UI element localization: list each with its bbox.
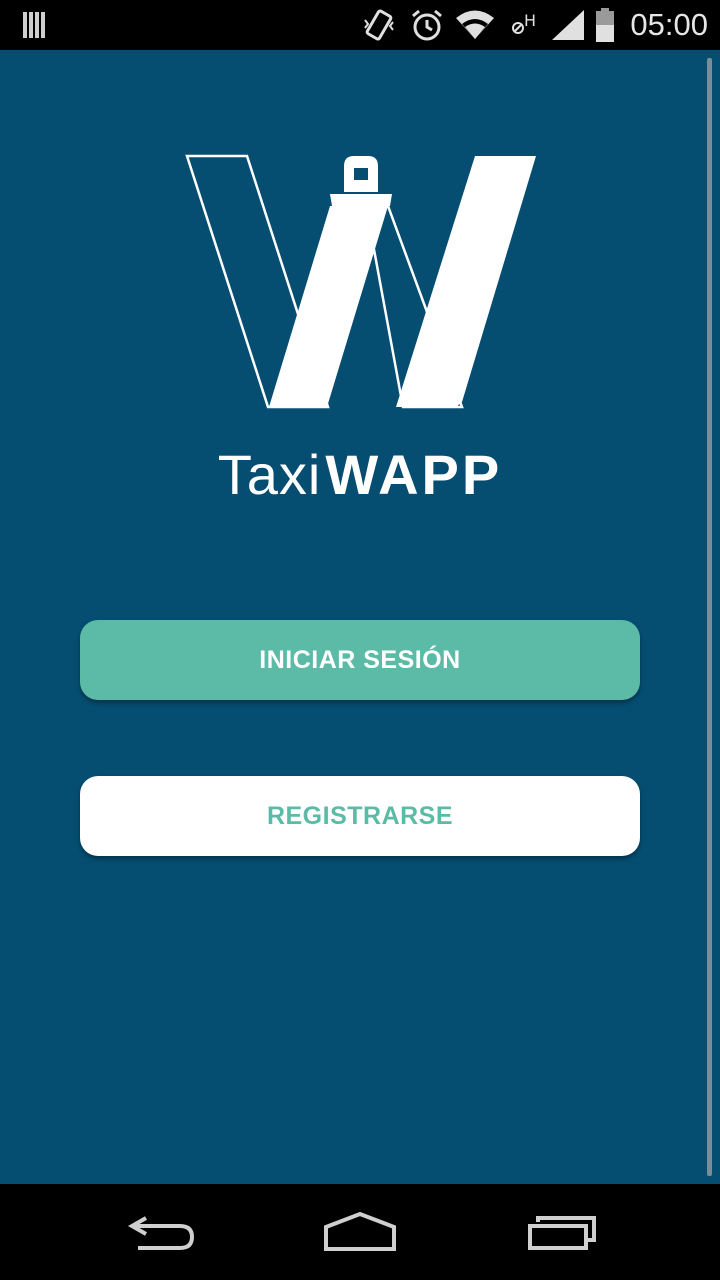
svg-text:H: H	[524, 11, 536, 30]
register-button[interactable]: REGISTRARSE	[80, 776, 640, 856]
login-button-label: INICIAR SESIÓN	[259, 645, 461, 674]
vibrate-icon	[362, 0, 396, 50]
navigation-bar	[0, 1184, 720, 1280]
brand-name-bold: WAPP	[325, 443, 503, 506]
register-button-label: REGISTRARSE	[266, 801, 454, 830]
app-screen: TaxiWAPP INICIAR SESIÓN REGISTRARSE	[0, 50, 720, 1184]
brand-name: TaxiWAPP	[0, 440, 720, 510]
brand-name-light: Taxi	[217, 443, 322, 506]
scrollbar[interactable]	[707, 58, 712, 1176]
wifi-icon	[455, 0, 495, 50]
battery-icon	[594, 0, 616, 50]
back-icon[interactable]	[120, 1204, 200, 1260]
notification-bars-icon	[22, 0, 50, 50]
alarm-icon	[410, 0, 444, 50]
signal-icon	[550, 0, 586, 50]
taxiwapp-logo	[185, 154, 536, 409]
home-icon[interactable]	[320, 1204, 400, 1260]
login-button[interactable]: INICIAR SESIÓN	[80, 620, 640, 700]
no-hspa-icon: H	[510, 0, 540, 50]
recents-icon[interactable]	[522, 1204, 602, 1260]
status-bar: H 05:00	[0, 0, 720, 50]
status-time: 05:00	[630, 7, 708, 42]
